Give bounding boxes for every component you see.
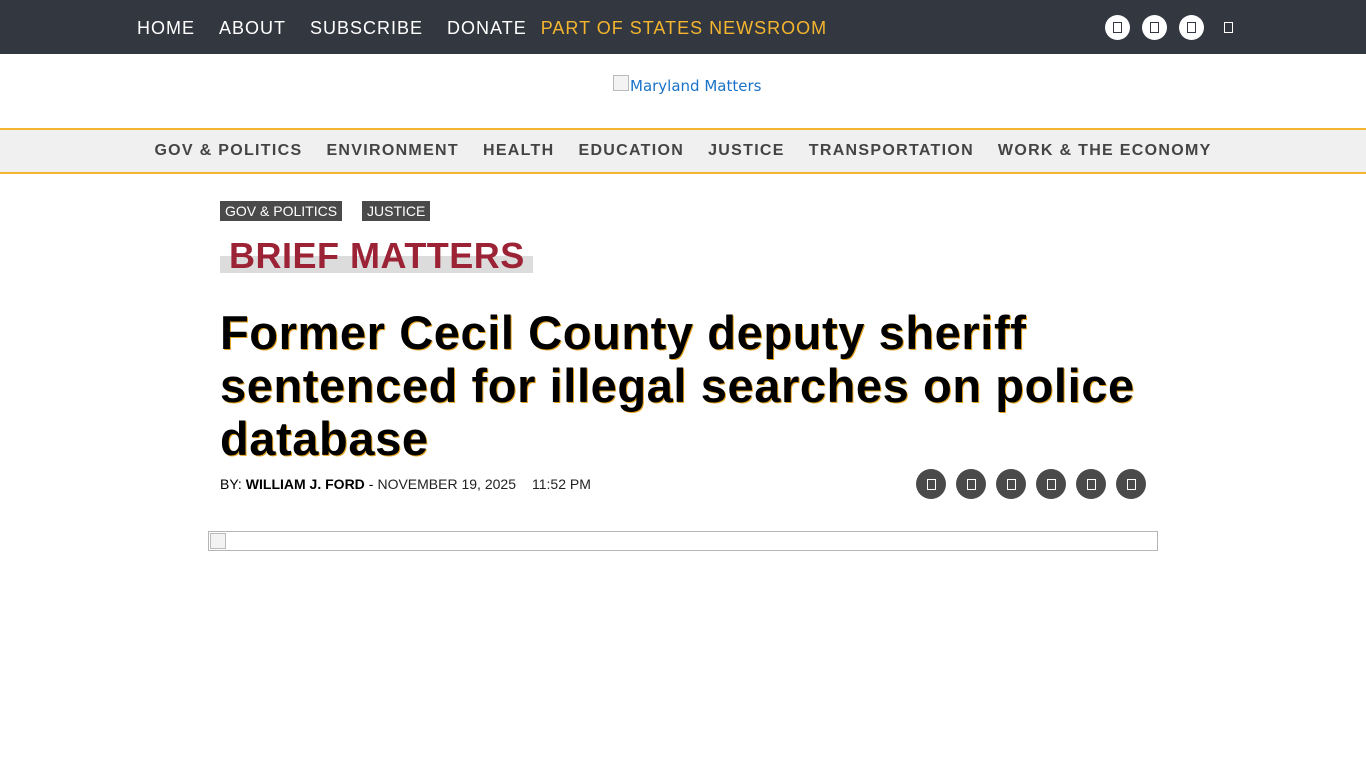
nav-home-link[interactable]: HOME: [137, 18, 195, 37]
category-health[interactable]: HEALTH: [483, 142, 555, 160]
article-tags: GOV & POLITICS JUSTICE: [220, 201, 450, 221]
tag-gov-politics[interactable]: GOV & POLITICS: [220, 201, 343, 221]
byline-separator: -: [368, 476, 374, 492]
category-justice[interactable]: JUSTICE: [708, 142, 785, 160]
publish-date: NOVEMBER 19, 2025: [377, 476, 516, 492]
share-buttons: [916, 469, 1156, 499]
broken-image-icon: [613, 75, 629, 91]
article-headline: Former Cecil County deputy sheriff sente…: [220, 306, 1135, 465]
linkedin-share-icon[interactable]: [1036, 469, 1066, 499]
states-newsroom-link[interactable]: PART OF STATES NEWSROOM: [541, 18, 827, 37]
byline-prefix: BY:: [220, 476, 242, 492]
print-icon[interactable]: [1116, 469, 1146, 499]
logo-alt-text: Maryland Matters: [630, 77, 762, 95]
top-bar: HOME ABOUT SUBSCRIBE DONATE PART OF STAT…: [0, 0, 1366, 54]
category-gov-politics[interactable]: GOV & POLITICS: [154, 142, 302, 160]
top-nav: HOME ABOUT SUBSCRIBE DONATE PART OF STAT…: [137, 0, 827, 54]
nav-donate-link[interactable]: DONATE: [447, 18, 527, 37]
x-share-icon[interactable]: [956, 469, 986, 499]
publish-time: 11:52 PM: [531, 476, 591, 492]
nav-about-link[interactable]: ABOUT: [219, 18, 286, 37]
search-icon[interactable]: [1216, 15, 1241, 40]
instagram-icon[interactable]: [1142, 15, 1167, 40]
facebook-share-icon[interactable]: [916, 469, 946, 499]
social-links: [1105, 15, 1241, 40]
category-nav: GOV & POLITICS ENVIRONMENT HEALTH EDUCAT…: [0, 128, 1366, 174]
email-share-icon[interactable]: [996, 469, 1026, 499]
category-work-economy[interactable]: WORK & THE ECONOMY: [998, 142, 1212, 160]
category-education[interactable]: EDUCATION: [578, 142, 684, 160]
byline: BY: WILLIAM J. FORD - NOVEMBER 19, 2025 …: [220, 474, 591, 494]
tag-justice[interactable]: JUSTICE: [362, 201, 431, 221]
category-transportation[interactable]: TRANSPORTATION: [809, 142, 974, 160]
broken-image-icon: [210, 533, 226, 549]
x-twitter-icon[interactable]: [1179, 15, 1204, 40]
reddit-share-icon[interactable]: [1076, 469, 1106, 499]
section-label-text: BRIEF MATTERS: [229, 235, 525, 276]
nav-subscribe-link[interactable]: SUBSCRIBE: [310, 18, 423, 37]
facebook-icon[interactable]: [1105, 15, 1130, 40]
site-logo[interactable]: Maryland Matters: [613, 74, 761, 98]
author-link[interactable]: WILLIAM J. FORD: [246, 476, 365, 492]
section-label: BRIEF MATTERS: [220, 235, 533, 276]
featured-image: [208, 531, 1158, 551]
category-environment[interactable]: ENVIRONMENT: [326, 142, 459, 160]
